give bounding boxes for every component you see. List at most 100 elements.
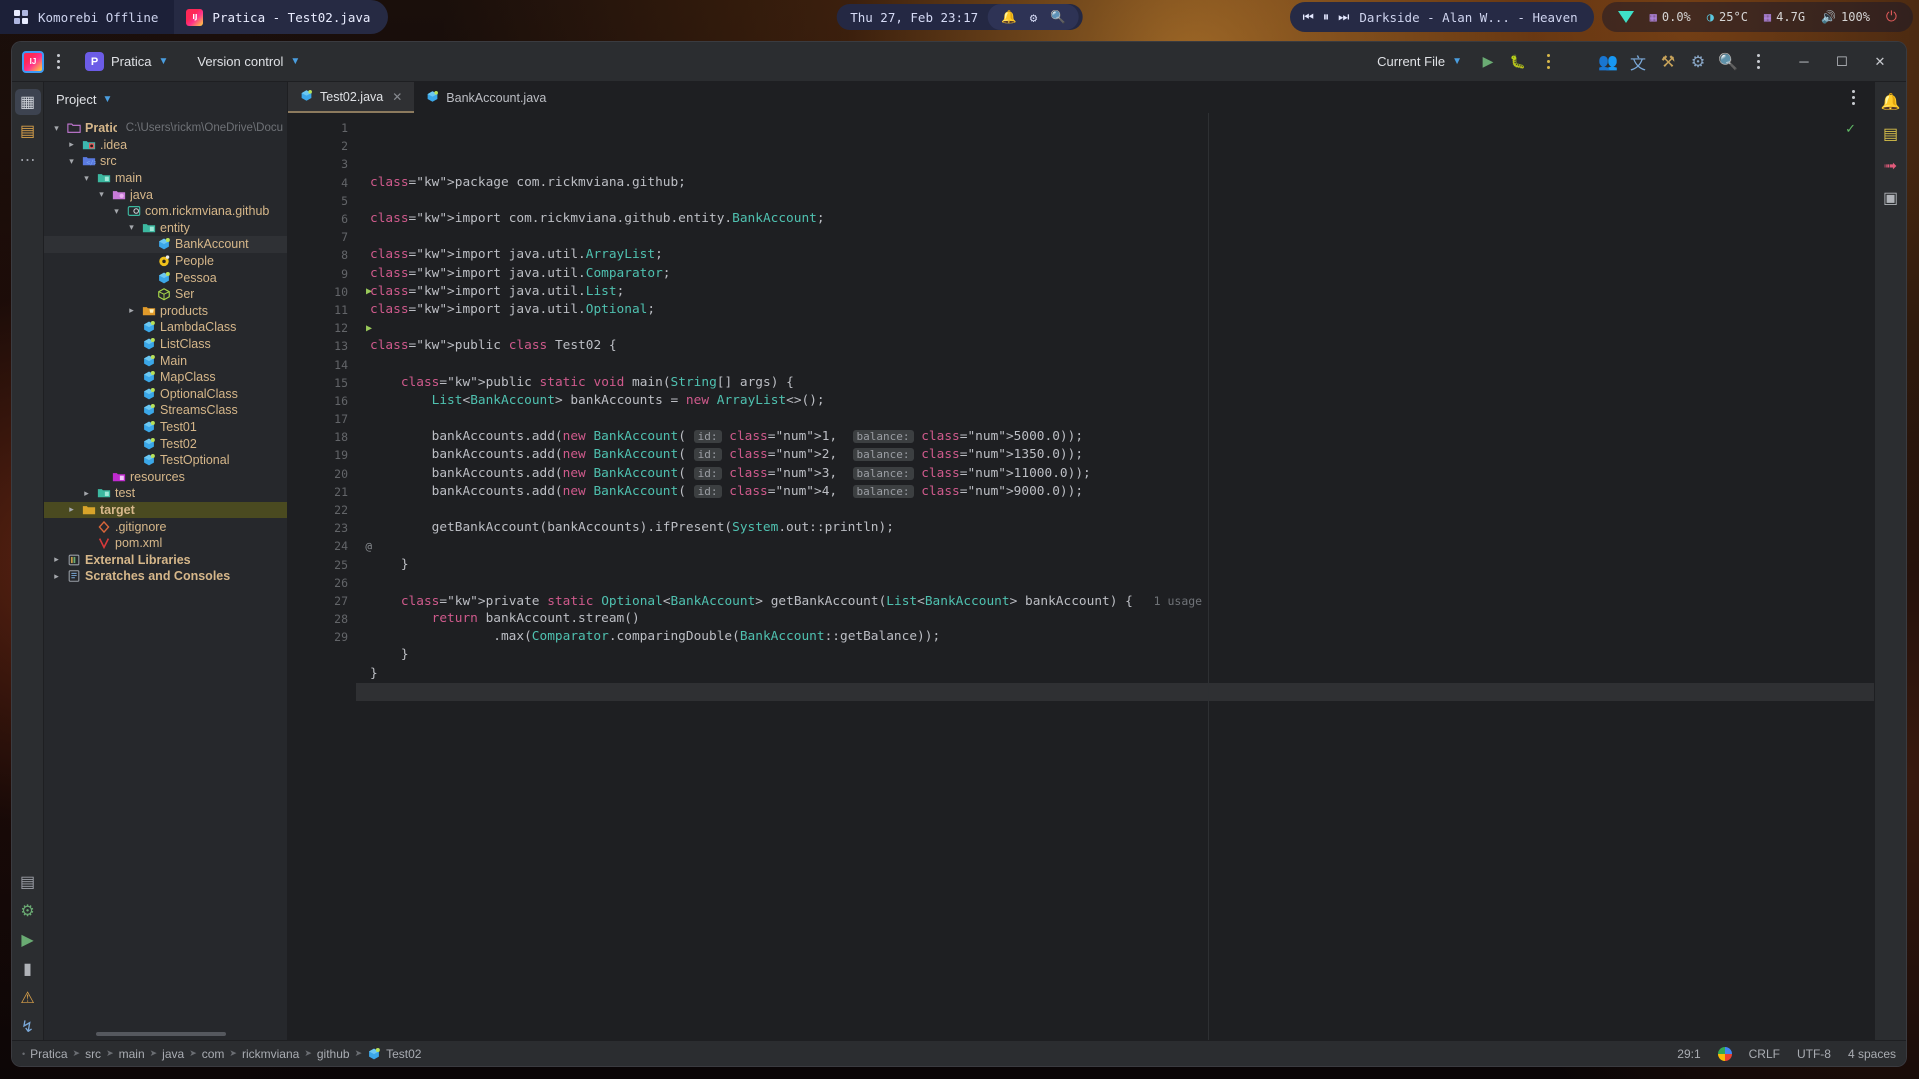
gutter-line-14[interactable]: 14 — [288, 355, 356, 373]
breadcrumb-item-java[interactable]: java — [162, 1047, 184, 1061]
intellij-logo-icon[interactable] — [22, 50, 44, 73]
gutter-line-29[interactable]: 29 — [288, 628, 356, 646]
code-line-5[interactable]: class="kw">import java.util.ArrayList; — [356, 246, 1874, 264]
tree-item-products[interactable]: ▸ products — [44, 303, 287, 320]
tree-item-pessoa[interactable]: Pessoa — [44, 269, 287, 286]
tree-item-pratica[interactable]: ▾ Pratica C:\Users\rickm\OneDrive\Docu — [44, 120, 287, 137]
chevron-down-icon[interactable]: ▾ — [95, 189, 108, 200]
tree-item-test02[interactable]: Test02 — [44, 435, 287, 452]
temperature-indicator[interactable]: ◑ 25°C — [1707, 10, 1748, 24]
tree-item-people[interactable]: People — [44, 253, 287, 270]
tree-item-bankaccount[interactable]: BankAccount — [44, 236, 287, 253]
tree-item-main[interactable]: ▾ main — [44, 170, 287, 187]
problems-tool-button[interactable]: ⚠ — [15, 985, 41, 1011]
search-everywhere-button[interactable]: 🔍 — [1714, 48, 1742, 76]
more-tools-button[interactable]: ⋯ — [15, 147, 41, 173]
gutter-line-27[interactable]: 27 — [288, 592, 356, 610]
gutter-line-23[interactable]: 23 — [288, 519, 356, 537]
more-vertical-icon[interactable] — [1842, 85, 1864, 111]
debug-button[interactable]: 🐛 — [1504, 48, 1532, 76]
code-line-4[interactable] — [356, 228, 1874, 246]
code-line-14[interactable] — [356, 410, 1874, 428]
tree-item-entity[interactable]: ▾ entity — [44, 220, 287, 237]
run-configuration-selector[interactable]: Current File ▼ — [1367, 49, 1472, 75]
maximize-button[interactable]: ☐ — [1824, 48, 1860, 76]
services-tool-button[interactable]: ⚙ — [15, 898, 41, 924]
code-line-25[interactable]: return bankAccount.stream() — [356, 610, 1874, 628]
code-line-10[interactable]: class="kw">public class Test02 { — [356, 337, 1874, 355]
tree-item-idea[interactable]: ▸ .idea — [44, 137, 287, 154]
tree-item-lambdaclass[interactable]: LambdaClass — [44, 319, 287, 336]
gutter-line-2[interactable]: 2 — [288, 137, 356, 155]
editor-gutter[interactable]: 1 2 3 4 5 6 7 8 9 10 ▶ 11 12 ▶ 13 14 15 16 17 18 19 20 21 22 23 2… — [288, 113, 372, 1040]
close-button[interactable]: ✕ — [1862, 48, 1898, 76]
tree-item-listclass[interactable]: ListClass — [44, 336, 287, 353]
gutter-line-13[interactable]: 13 — [288, 337, 356, 355]
code-line-12[interactable]: class="kw">public static void main(Strin… — [356, 374, 1874, 392]
next-track-icon[interactable]: ⏭ — [1338, 9, 1349, 25]
collaborate-button[interactable]: 👥 — [1594, 48, 1622, 76]
code-line-19[interactable] — [356, 501, 1874, 519]
chevron-right-icon[interactable]: ▸ — [65, 504, 78, 515]
gutter-line-15[interactable]: 15 — [288, 374, 356, 392]
run-tool-button[interactable]: ▶ — [15, 927, 41, 953]
gutter-line-24[interactable]: 24 @ — [288, 537, 372, 555]
tree-item-pom-xml[interactable]: pom.xml — [44, 535, 287, 552]
chevron-right-icon[interactable]: ▸ — [65, 139, 78, 150]
tree-item-src[interactable]: ▾ </> src — [44, 153, 287, 170]
gutter-line-18[interactable]: 18 — [288, 428, 356, 446]
media-player-widget[interactable]: ⏮ ⏸ ⏭ Darkside - Alan W... - Heaven — [1289, 2, 1594, 32]
inspect-button[interactable]: ⚙ — [1684, 48, 1712, 76]
tree-item-gitignore[interactable]: .gitignore — [44, 518, 287, 535]
notifications-button[interactable]: 🔔 — [1878, 89, 1904, 115]
gear-icon[interactable]: ⚙ — [1030, 10, 1038, 25]
gutter-line-22[interactable]: 22 — [288, 501, 356, 519]
taskbar-app-button[interactable]: Pratica - Test02.java — [174, 0, 389, 34]
bell-icon[interactable]: 🔔 — [1001, 9, 1017, 25]
gutter-line-7[interactable]: 7 — [288, 228, 356, 246]
gutter-line-6[interactable]: 6 — [288, 210, 356, 228]
tree-item-test01[interactable]: Test01 — [44, 419, 287, 436]
file-encoding[interactable]: UTF-8 — [1797, 1047, 1831, 1061]
tree-item-java[interactable]: ▾ java — [44, 186, 287, 203]
code-line-23[interactable] — [356, 574, 1874, 592]
more-actions-button[interactable] — [1534, 48, 1562, 76]
code-line-28[interactable]: } — [356, 665, 1874, 683]
breadcrumb-item-rickmviana[interactable]: rickmviana — [242, 1047, 299, 1061]
chevron-right-icon[interactable]: ▸ — [80, 488, 93, 499]
tree-item-testoptional[interactable]: TestOptional — [44, 452, 287, 469]
editor-area[interactable]: 1 2 3 4 5 6 7 8 9 10 ▶ 11 12 ▶ 13 14 15 16 17 18 19 20 21 22 23 2… — [288, 113, 1874, 1040]
gutter-line-9[interactable]: 9 — [288, 265, 356, 283]
code-line-26[interactable]: .max(Comparator.comparingDouble(BankAcco… — [356, 628, 1874, 646]
code-line-18[interactable]: bankAccounts.add(new BankAccount( id: cl… — [356, 483, 1874, 501]
tree-item-streamsclass[interactable]: StreamsClass — [44, 402, 287, 419]
gutter-line-20[interactable]: 20 — [288, 465, 356, 483]
chevron-down-icon[interactable]: ▾ — [80, 173, 93, 184]
version-control-button[interactable]: Version control ▼ — [188, 49, 309, 75]
gutter-line-25[interactable]: 25 — [288, 556, 356, 574]
database-button[interactable]: ▤ — [1878, 121, 1904, 147]
run-button[interactable]: ▶ — [1474, 48, 1502, 76]
chevron-down-icon[interactable]: ▾ — [110, 206, 123, 217]
terminal-button[interactable]: ▮ — [15, 956, 41, 982]
main-menu-button[interactable] — [47, 49, 69, 75]
branch-tool-button[interactable]: ↯ — [15, 1014, 41, 1040]
line-separator[interactable]: CRLF — [1749, 1047, 1780, 1061]
gutter-line-12[interactable]: 12 ▶ — [288, 319, 372, 337]
code-line-9[interactable] — [356, 319, 1874, 337]
commit-tool-button[interactable]: ▤ — [15, 118, 41, 144]
workspace-indicator[interactable]: Komorebi Offline — [0, 0, 175, 34]
previous-track-icon[interactable]: ⏮ — [1303, 9, 1314, 25]
settings-menu-button[interactable] — [1744, 48, 1772, 76]
gutter-line-16[interactable]: 16 — [288, 392, 356, 410]
gutter-line-10[interactable]: 10 ▶ — [288, 283, 372, 301]
tree-item-test[interactable]: ▸ test — [44, 485, 287, 502]
minimize-button[interactable]: ─ — [1786, 48, 1822, 76]
breadcrumb-item-com[interactable]: com — [202, 1047, 225, 1061]
project-selector[interactable]: P Pratica ▼ — [76, 49, 177, 75]
code-line-6[interactable]: class="kw">import java.util.Comparator; — [356, 265, 1874, 283]
gutter-line-28[interactable]: 28 — [288, 610, 356, 628]
breadcrumb-item-github[interactable]: github — [317, 1047, 350, 1061]
search-icon[interactable]: 🔍 — [1050, 9, 1066, 25]
inspection-status-icon[interactable]: ✓ — [1845, 121, 1856, 137]
